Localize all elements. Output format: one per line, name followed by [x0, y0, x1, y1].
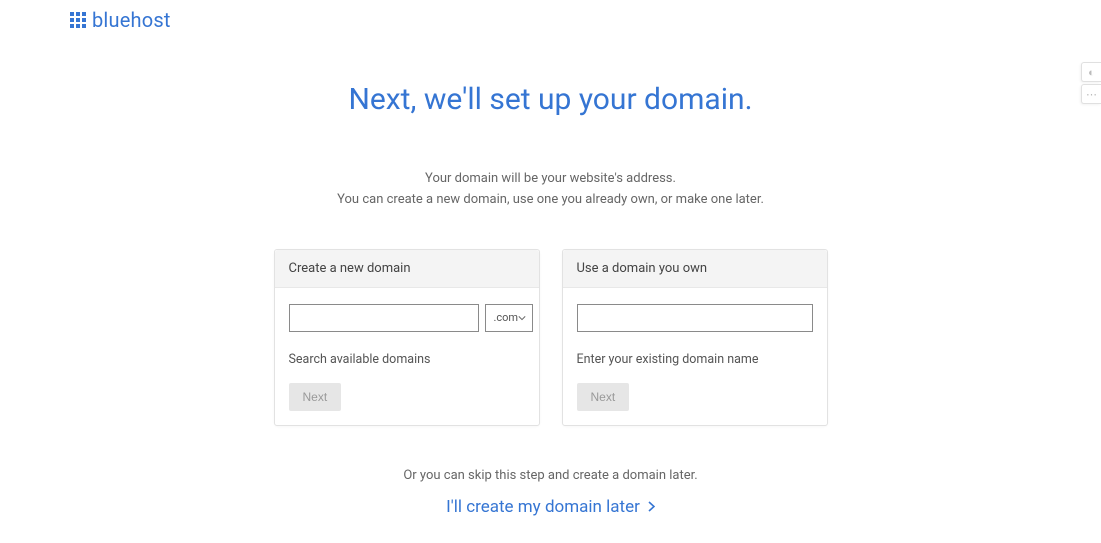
brand-logo[interactable]: bluehost	[70, 8, 171, 32]
create-card-header: Create a new domain	[275, 250, 539, 288]
tld-select[interactable]: .com	[485, 304, 534, 332]
brand-name: bluehost	[92, 8, 171, 32]
create-input-row: .com	[289, 304, 525, 332]
chevron-down-icon	[518, 314, 526, 322]
create-later-link[interactable]: I'll create my domain later	[446, 497, 655, 517]
logo-grid-icon	[70, 12, 86, 28]
side-widget-tabs: ◐ ⋯	[1081, 62, 1101, 104]
create-helper-text: Search available domains	[289, 352, 525, 367]
skip-section: Or you can skip this step and create a d…	[0, 468, 1101, 517]
own-card-header: Use a domain you own	[563, 250, 827, 288]
page-title: Next, we'll set up your domain.	[0, 82, 1101, 117]
domain-cards: Create a new domain .com Search availabl…	[0, 249, 1101, 426]
create-later-label: I'll create my domain later	[446, 497, 640, 517]
create-next-button[interactable]: Next	[289, 383, 342, 411]
own-helper-text: Enter your existing domain name	[577, 352, 813, 367]
own-card-body: Enter your existing domain name Next	[563, 288, 827, 425]
main-content: Next, we'll set up your domain. Your dom…	[0, 0, 1101, 517]
subtext-line-1: Your domain will be your website's addre…	[0, 169, 1101, 190]
own-domain-card: Use a domain you own Enter your existing…	[562, 249, 828, 426]
side-tab-1[interactable]: ◐	[1081, 62, 1101, 82]
new-domain-input[interactable]	[289, 304, 479, 332]
skip-text: Or you can skip this step and create a d…	[0, 468, 1101, 483]
own-next-button[interactable]: Next	[577, 383, 630, 411]
side-tab-2[interactable]: ⋯	[1081, 84, 1101, 104]
tld-selected-value: .com	[494, 311, 519, 324]
create-domain-card: Create a new domain .com Search availabl…	[274, 249, 540, 426]
create-card-body: .com Search available domains Next	[275, 288, 539, 425]
page-subtext: Your domain will be your website's addre…	[0, 169, 1101, 211]
existing-domain-input[interactable]	[577, 304, 813, 332]
subtext-line-2: You can create a new domain, use one you…	[0, 190, 1101, 211]
chevron-right-icon	[648, 501, 655, 512]
